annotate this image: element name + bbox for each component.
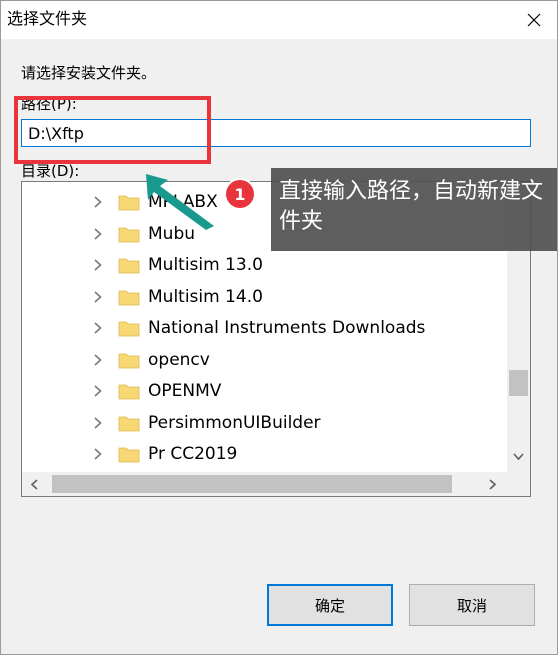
tree-item-label: National Instruments Downloads: [148, 318, 426, 338]
folder-icon: [118, 447, 140, 463]
scroll-down-icon[interactable]: [513, 453, 524, 461]
chevron-right-icon[interactable]: [94, 290, 102, 303]
tree-item[interactable]: PersimmonUIBuilder: [22, 407, 506, 438]
folder-icon: [118, 195, 140, 211]
folder-icon: [118, 258, 140, 274]
tree-item-label: Mubu: [148, 223, 196, 244]
chevron-right-icon[interactable]: [94, 259, 102, 271]
folder-icon: [118, 321, 140, 337]
vertical-scroll-thumb[interactable]: [509, 370, 528, 396]
tree-item-label: MPLABX: [148, 192, 218, 212]
tree-item[interactable]: National Instruments Downloads: [22, 312, 506, 343]
path-label: 路径(P):: [21, 95, 77, 113]
title-bar: 选择文件夹: [1, 1, 557, 39]
folder-dialog: 选择文件夹 请选择安装文件夹。 路径(P): 目录(D): MPLABX Mubu…: [0, 0, 558, 655]
tree-item-label: Multisim 13.0: [148, 255, 263, 275]
tree-item[interactable]: OPENMV: [22, 375, 506, 406]
scroll-right-icon[interactable]: [489, 479, 497, 490]
chevron-right-icon[interactable]: [94, 322, 102, 334]
close-icon: [527, 13, 541, 27]
directory-label: 目录(D):: [21, 162, 80, 180]
tree-item[interactable]: Multisim 14.0: [22, 281, 506, 312]
scroll-left-icon[interactable]: [30, 479, 38, 490]
annotation-callout: 直接输入路径，自动新建文件夹: [271, 168, 557, 251]
tree-item-label: Multisim 14.0: [148, 286, 263, 307]
ok-button[interactable]: 确定: [267, 584, 393, 626]
horizontal-scrollbar[interactable]: [22, 472, 530, 496]
chevron-right-icon[interactable]: [94, 227, 102, 240]
tree-item[interactable]: opencv: [22, 344, 506, 375]
tree-item[interactable]: Multisim 13.0: [22, 249, 506, 280]
chevron-right-icon[interactable]: [94, 416, 102, 429]
chevron-right-icon[interactable]: [94, 385, 102, 397]
folder-icon: [118, 290, 140, 305]
step-badge: 1: [224, 178, 256, 210]
folder-icon: [118, 227, 140, 242]
cancel-button[interactable]: 取消: [409, 584, 535, 626]
path-input[interactable]: [21, 119, 531, 147]
horizontal-scroll-thumb[interactable]: [52, 475, 452, 493]
tree-item-label: PersimmonUIBuilder: [148, 412, 321, 433]
folder-icon: [118, 384, 140, 400]
dialog-title: 选择文件夹: [7, 9, 88, 28]
folder-icon: [118, 416, 140, 431]
tree-item-label: opencv: [148, 349, 210, 370]
tree-item-label: OPENMV: [148, 381, 222, 401]
chevron-right-icon[interactable]: [94, 196, 102, 208]
close-button[interactable]: [511, 1, 557, 39]
instruction-text: 请选择安装文件夹。: [21, 64, 157, 82]
tree-item-label: Pr CC2019: [148, 444, 238, 464]
folder-icon: [118, 353, 140, 368]
tree-item[interactable]: Pr CC2019: [22, 438, 506, 469]
chevron-right-icon[interactable]: [94, 353, 102, 366]
chevron-right-icon[interactable]: [94, 448, 102, 460]
